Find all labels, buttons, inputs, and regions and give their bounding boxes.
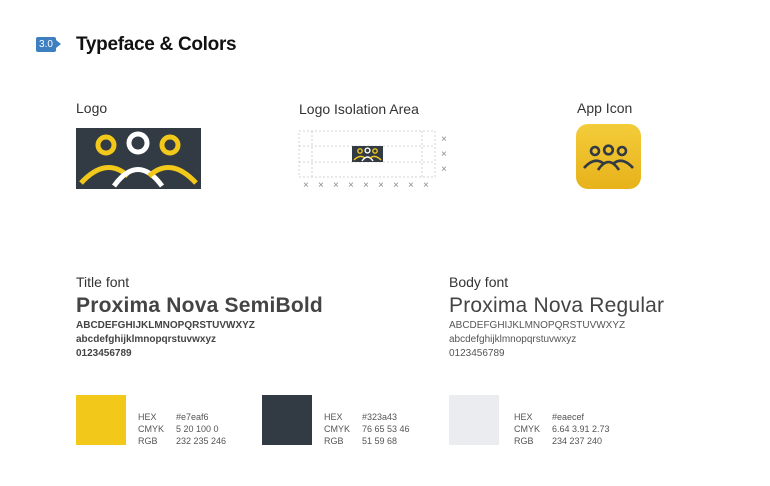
body-font-lowercase: abcdefghijklmnopqrstuvwxyz [449, 334, 577, 345]
isolation-marker: × [333, 180, 339, 191]
logo-people-icon [79, 131, 198, 188]
isolation-logo [352, 146, 383, 162]
app-icon [576, 124, 641, 189]
cmyk-label: CMYK [514, 424, 541, 434]
isolation-marker: × [393, 180, 399, 191]
rgb-value: 234 237 240 [552, 436, 603, 446]
body-font-name: Proxima Nova Regular [449, 294, 665, 317]
hex-label: HEX [324, 412, 343, 422]
title-font-lowercase: abcdefghijklmnopqrstuvwxyz [76, 334, 217, 345]
isolation-marker: × [441, 134, 447, 145]
isolation-marker: × [318, 180, 324, 191]
cmyk-value: 76 65 53 46 [362, 424, 410, 434]
page-title: Typeface & Colors [76, 34, 237, 55]
hex-value: #323a43 [362, 412, 398, 422]
color-swatch-light [449, 395, 499, 445]
body-font-digits: 0123456789 [449, 348, 505, 359]
title-font-name: Proxima Nova SemiBold [76, 294, 323, 317]
isolation-area-label: Logo Isolation Area [299, 101, 419, 117]
section-number-badge: 3.0 [36, 37, 61, 52]
rgb-value: 51 59 68 [362, 436, 398, 446]
isolation-marker: × [303, 180, 309, 191]
rgb-label: RGB [514, 436, 534, 446]
hex-value: #e7eaf6 [176, 412, 209, 422]
cmyk-label: CMYK [138, 424, 165, 434]
body-font-uppercase: ABCDEFGHIJKLMNOPQRSTUVWXYZ [449, 320, 626, 331]
hex-value: #eaecef [552, 412, 585, 422]
rgb-value: 232 235 246 [176, 436, 227, 446]
isolation-marker: × [348, 180, 354, 191]
logo-label: Logo [76, 100, 108, 116]
rgb-label: RGB [138, 436, 158, 446]
title-font-uppercase: ABCDEFGHIJKLMNOPQRSTUVWXYZ [76, 320, 255, 331]
hex-label: HEX [138, 412, 157, 422]
title-font-label: Title font [76, 274, 130, 290]
isolation-marker: × [423, 180, 429, 191]
title-font-digits: 0123456789 [76, 348, 132, 359]
isolation-marker: × [363, 180, 369, 191]
body-font-label: Body font [449, 274, 509, 290]
color-swatch-dark [262, 395, 312, 445]
color-swatch-yellow [76, 395, 126, 445]
cmyk-label: CMYK [324, 424, 351, 434]
hex-label: HEX [514, 412, 533, 422]
isolation-marker: × [441, 149, 447, 160]
isolation-marker: × [408, 180, 414, 191]
logo [76, 128, 201, 189]
isolation-marker: × [378, 180, 384, 191]
cmyk-value: 6.64 3.91 2.73 [552, 424, 610, 434]
app-icon-label: App Icon [577, 100, 633, 116]
isolation-marker: × [441, 164, 447, 175]
app-people-icon [583, 144, 634, 171]
cmyk-value: 5 20 100 0 [176, 424, 219, 434]
rgb-label: RGB [324, 436, 344, 446]
